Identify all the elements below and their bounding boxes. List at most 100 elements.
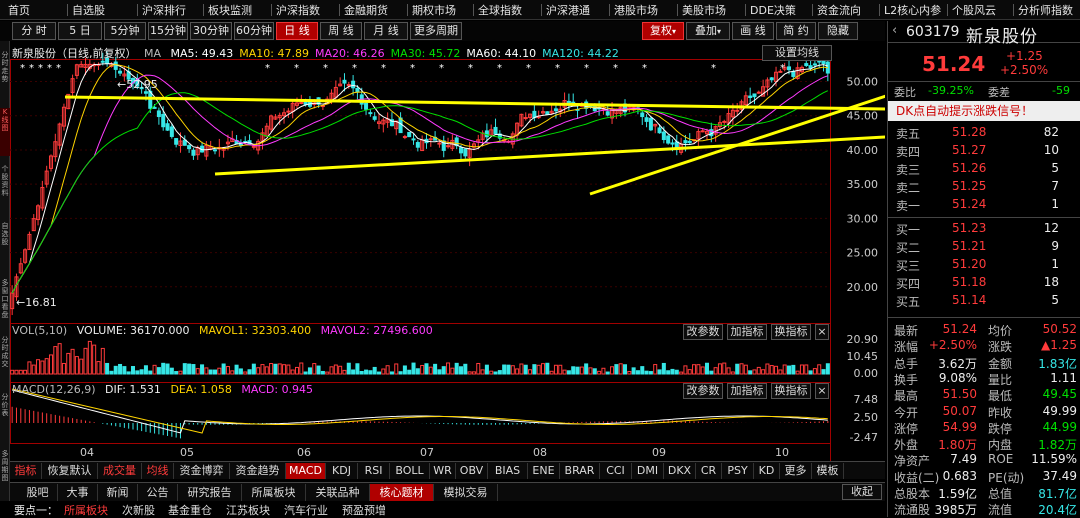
vol-add-indicator-button[interactable]: 加指标: [727, 324, 767, 340]
menu-item-5[interactable]: 金融期货: [344, 2, 388, 18]
indicator-tab-22[interactable]: 模板: [812, 463, 844, 479]
key-point-item-5[interactable]: 预盈预增: [342, 502, 386, 518]
period-button-4[interactable]: 30分钟: [190, 22, 232, 40]
indicator-tab-6[interactable]: MACD: [286, 463, 326, 479]
indicator-tab-14[interactable]: BRAR: [560, 463, 600, 479]
period-button-9[interactable]: 更多周期: [410, 22, 462, 40]
left-strip-item-1[interactable]: K线图: [0, 108, 10, 156]
period-button-0[interactable]: 分 时: [12, 22, 56, 40]
left-strip-item-0[interactable]: 分时走势: [0, 51, 10, 99]
left-strip-item-4[interactable]: 多窗口看盘: [0, 279, 10, 327]
left-strip-item-2[interactable]: 个股资料: [0, 165, 10, 213]
info-tab-7[interactable]: 核心题材: [370, 484, 434, 501]
menu-item-1[interactable]: 自选股: [72, 2, 105, 18]
menu-item-4[interactable]: 沪深指数: [276, 2, 320, 18]
key-point-item-4[interactable]: 汽车行业: [284, 502, 328, 518]
info-tab-8[interactable]: 模拟交易: [434, 484, 498, 501]
period-button-3[interactable]: 15分钟: [148, 22, 188, 40]
volume-bar: [592, 368, 597, 375]
period-button-2[interactable]: 5分钟: [104, 22, 146, 40]
kline-chart-area[interactable]: 50.00 45.00 40.00 35.00 30.00 25.00 20.00 ←52.9…: [10, 41, 885, 461]
menu-item-7[interactable]: 全球指数: [478, 2, 522, 18]
volume-bar: [661, 362, 666, 375]
menu-item-2[interactable]: 沪深排行: [142, 2, 186, 18]
menu-item-8[interactable]: 沪深港通: [546, 2, 590, 18]
indicator-tab-17[interactable]: DKX: [664, 463, 696, 479]
info-tab-3[interactable]: 公告: [138, 484, 178, 501]
key-point-item-3[interactable]: 江苏板块: [226, 502, 270, 518]
menu-item-12[interactable]: 资金流向: [817, 2, 861, 18]
menu-item-13[interactable]: L2核心内参: [884, 2, 941, 18]
indicator-tab-4[interactable]: 资金博弈: [174, 463, 230, 479]
menu-item-6[interactable]: 期权市场: [412, 2, 456, 18]
volume-bar: [364, 369, 369, 375]
candle-body: [251, 145, 256, 148]
nav-left-icon[interactable]: ‹: [892, 23, 897, 38]
info-tab-1[interactable]: 大事: [58, 484, 98, 501]
info-tab-0[interactable]: 股吧: [18, 484, 58, 501]
vol-switch-indicator-button[interactable]: 换指标: [771, 324, 811, 340]
vol-change-params-button[interactable]: 改参数: [683, 324, 723, 340]
tool-button-0[interactable]: 复权▾: [642, 22, 684, 40]
indicator-tab-10[interactable]: WR: [430, 463, 456, 479]
indicator-tab-15[interactable]: CCI: [600, 463, 632, 479]
stat-value: 54.99: [942, 419, 977, 434]
period-button-5[interactable]: 60分钟: [234, 22, 274, 40]
indicator-tab-19[interactable]: PSY: [722, 463, 754, 479]
macd-add-indicator-button[interactable]: 加指标: [727, 383, 767, 399]
macd-change-params-button[interactable]: 改参数: [683, 383, 723, 399]
volume-bar: [506, 364, 511, 375]
indicator-tab-12[interactable]: BIAS: [488, 463, 528, 479]
indicator-tab-5[interactable]: 资金趋势: [230, 463, 286, 479]
menu-item-10[interactable]: 美股市场: [682, 2, 726, 18]
indicator-tab-9[interactable]: BOLL: [390, 463, 430, 479]
menu-item-0[interactable]: 首页: [8, 2, 30, 18]
set-ma-button[interactable]: 设置均线: [762, 45, 832, 61]
indicator-tab-11[interactable]: OBV: [456, 463, 488, 479]
volume-bar: [169, 367, 174, 375]
indicator-tab-3[interactable]: 均线: [142, 463, 174, 479]
key-point-item-1[interactable]: 次新股: [122, 502, 155, 518]
tool-button-3[interactable]: 简 约: [776, 22, 816, 40]
macd-switch-indicator-button[interactable]: 换指标: [771, 383, 811, 399]
volume-bar: [230, 370, 235, 375]
tool-button-1[interactable]: 叠加▾: [686, 22, 730, 40]
menu-item-3[interactable]: 板块监测: [208, 2, 252, 18]
indicator-tab-1[interactable]: 恢复默认: [42, 463, 98, 479]
period-button-1[interactable]: 5 日: [58, 22, 102, 40]
tool-button-4[interactable]: 隐藏: [818, 22, 858, 40]
left-strip-item-5[interactable]: 分时成交: [0, 336, 10, 384]
indicator-tab-21[interactable]: 更多: [780, 463, 812, 479]
info-tab-4[interactable]: 研究报告: [178, 484, 242, 501]
macd-close-icon[interactable]: ×: [815, 383, 829, 399]
period-button-7[interactable]: 周 线: [320, 22, 362, 40]
indicator-tab-2[interactable]: 成交量: [98, 463, 142, 479]
info-tab-6[interactable]: 关联品种: [306, 484, 370, 501]
period-button-6[interactable]: 日 线: [276, 22, 318, 40]
info-tab-5[interactable]: 所属板块: [242, 484, 306, 501]
key-point-item-0[interactable]: 所属板块: [64, 502, 108, 518]
left-strip-item-3[interactable]: 自选股: [0, 222, 10, 270]
indicator-tab-13[interactable]: ENE: [528, 463, 560, 479]
quote-panel: ‹ 603179 新泉股份 51.24 +1.25 +2.50% 委比 -39.…: [887, 21, 1080, 517]
tool-button-2[interactable]: 画 线: [732, 22, 774, 40]
indicator-tab-8[interactable]: RSI: [358, 463, 390, 479]
menu-item-11[interactable]: DDE决策: [750, 2, 796, 18]
dk-signal-banner[interactable]: DK点自动提示涨跌信号！: [888, 101, 1080, 121]
indicator-tab-0[interactable]: 指标: [10, 463, 42, 479]
volume-bar: [204, 367, 209, 375]
collapse-button[interactable]: 收起: [842, 484, 882, 500]
menu-item-15[interactable]: 分析师指数: [1018, 2, 1073, 18]
indicator-tab-20[interactable]: KD: [754, 463, 780, 479]
info-tab-2[interactable]: 新闻: [98, 484, 138, 501]
indicator-tab-7[interactable]: KDJ: [326, 463, 358, 479]
menu-item-9[interactable]: 港股市场: [614, 2, 658, 18]
left-strip-item-6[interactable]: 分价表: [0, 393, 10, 441]
vol-close-icon[interactable]: ×: [815, 324, 829, 340]
menu-item-14[interactable]: 个股风云: [952, 2, 996, 18]
period-button-8[interactable]: 月 线: [364, 22, 408, 40]
left-strip-item-7[interactable]: 多周期图: [0, 450, 10, 498]
indicator-tab-18[interactable]: CR: [696, 463, 722, 479]
key-point-item-2[interactable]: 基金重仓: [168, 502, 212, 518]
indicator-tab-16[interactable]: DMI: [632, 463, 664, 479]
